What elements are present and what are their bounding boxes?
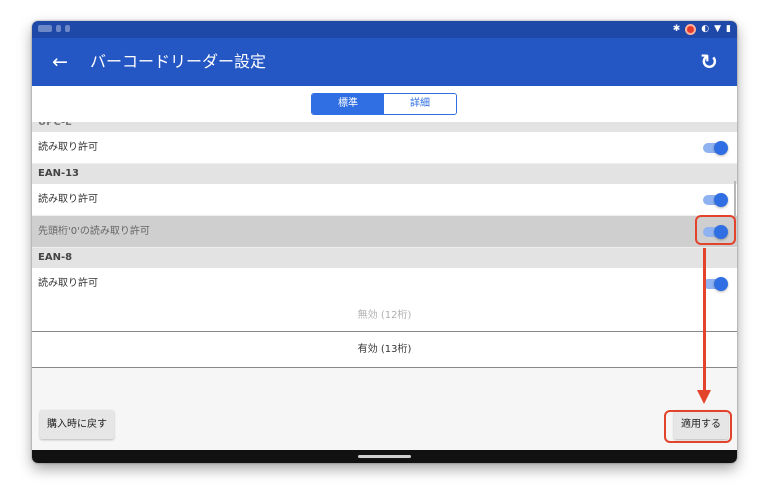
ean-13-leading-zero-row[interactable]: 先頭桁'0'の読み取り許可 bbox=[32, 216, 737, 248]
section-header-ean-8: EAN-8 bbox=[32, 248, 737, 268]
annotation-arrow-line bbox=[703, 248, 706, 392]
refresh-icon[interactable]: ↻ bbox=[697, 50, 721, 74]
home-handle[interactable] bbox=[358, 455, 411, 458]
tablet-screen: ✱ ◐ ▼ ▮ ← バーコードリーダー設定 ↻ 標準 詳細 UPC-E 読み取り… bbox=[32, 21, 737, 463]
app-bar: ← バーコードリーダー設定 ↻ bbox=[32, 38, 737, 86]
notification-placeholder bbox=[56, 25, 61, 32]
row-label: 先頭桁'0'の読み取り許可 bbox=[38, 226, 150, 237]
battery-icon: ▮ bbox=[726, 24, 731, 34]
page-title: バーコードリーダー設定 bbox=[90, 52, 267, 71]
reset-button[interactable]: 購入時に戻す bbox=[40, 410, 114, 439]
navigation-bar bbox=[32, 450, 737, 463]
toggle-knob bbox=[714, 193, 728, 207]
scrollbar[interactable] bbox=[734, 181, 736, 219]
section-header-ean-13: EAN-13 bbox=[32, 164, 737, 184]
rotate-icon: ◐ bbox=[701, 24, 710, 34]
ean-8-read-toggle[interactable] bbox=[703, 277, 728, 291]
option-enabled-13-digit[interactable]: 有効 (13桁) bbox=[32, 332, 737, 368]
footer: 購入時に戻す 適用する bbox=[32, 368, 737, 450]
notification-placeholder bbox=[65, 25, 70, 32]
status-bar: ✱ ◐ ▼ ▮ bbox=[32, 21, 737, 38]
tab-bar: 標準 詳細 bbox=[32, 86, 737, 122]
status-icons: ✱ ◐ ▼ ▮ bbox=[673, 23, 731, 36]
upc-e-read-permit-row[interactable]: 読み取り許可 bbox=[32, 132, 737, 164]
toggle-knob bbox=[714, 277, 728, 291]
section-header-upc-e: UPC-E bbox=[32, 122, 737, 132]
notification-placeholder bbox=[38, 25, 52, 32]
option-disabled-12-digit[interactable]: 無効 (12桁) bbox=[32, 299, 737, 332]
settings-list: UPC-E 読み取り許可 EAN-13 読み取り許可 先頭桁'0'の読み取り許可… bbox=[32, 122, 737, 299]
annotation-arrow-head bbox=[697, 390, 711, 404]
highlight-apply-box bbox=[664, 410, 732, 443]
upc-e-read-toggle[interactable] bbox=[703, 141, 728, 155]
row-label: 読み取り許可 bbox=[38, 278, 98, 289]
tab-standard[interactable]: 標準 bbox=[312, 94, 384, 114]
toggle-knob bbox=[714, 141, 728, 155]
option-picker: 無効 (12桁) 有効 (13桁) bbox=[32, 299, 737, 368]
tab-detail[interactable]: 詳細 bbox=[384, 94, 456, 114]
bluetooth-icon: ✱ bbox=[672, 24, 681, 34]
arrow-left-icon[interactable]: ← bbox=[48, 50, 72, 74]
record-icon bbox=[685, 24, 697, 35]
highlight-toggle-box bbox=[695, 215, 736, 245]
row-label: 読み取り許可 bbox=[38, 194, 98, 205]
ean-13-read-toggle[interactable] bbox=[703, 193, 728, 207]
segmented-control: 標準 詳細 bbox=[311, 93, 457, 115]
row-label: 読み取り許可 bbox=[38, 142, 98, 153]
wifi-icon: ▼ bbox=[714, 24, 722, 34]
status-notifications bbox=[38, 25, 70, 34]
ean-13-read-permit-row[interactable]: 読み取り許可 bbox=[32, 184, 737, 216]
ean-8-read-permit-row[interactable]: 読み取り許可 bbox=[32, 268, 737, 299]
